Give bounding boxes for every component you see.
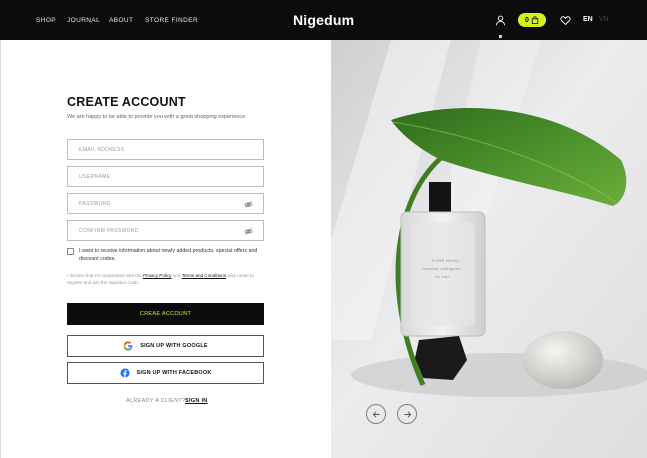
facebook-signup-label: SIGN UP WITH FACEBOOK bbox=[136, 370, 212, 376]
heart-icon[interactable] bbox=[560, 15, 571, 26]
facebook-icon bbox=[120, 368, 129, 378]
create-account-button[interactable]: CREAE ACCOUNT bbox=[67, 303, 264, 325]
google-signup-label: SIGN UP WITH GOOGLE bbox=[140, 343, 208, 349]
sign-in-link[interactable]: SIGN IN bbox=[185, 398, 208, 404]
create-account-label: CREAE ACCOUNT bbox=[139, 311, 192, 317]
facebook-signup-button[interactable]: SIGN UP WITH FACEBOOK bbox=[67, 362, 264, 384]
hero-image: PURE MUSC narciso rodriguez for her bbox=[331, 40, 647, 458]
arrow-left-icon bbox=[372, 410, 380, 418]
user-icon[interactable] bbox=[495, 15, 506, 26]
email-placeholder: EMAIL ADDRESS bbox=[79, 147, 125, 153]
page-title: CREATE ACCOUNT bbox=[67, 95, 186, 109]
cart-button[interactable]: 0 bbox=[518, 13, 546, 27]
privacy-policy-link[interactable]: Privacy Policy bbox=[143, 273, 172, 278]
email-field[interactable]: EMAIL ADDRESS bbox=[67, 139, 264, 160]
password-placeholder: PASSWORD bbox=[79, 201, 111, 207]
confirm-password-placeholder: CONFIRM PASSWORD bbox=[79, 228, 139, 234]
username-placeholder: USERNAME bbox=[79, 174, 111, 180]
nav-link-store-finder[interactable]: STORE FINDER bbox=[145, 17, 198, 24]
eye-off-icon[interactable] bbox=[244, 200, 253, 209]
username-field[interactable]: USERNAME bbox=[67, 166, 264, 187]
bottle-label-line3: for her bbox=[435, 274, 450, 279]
bottle-label-line2: narciso rodriguez bbox=[423, 266, 461, 271]
eye-off-icon[interactable] bbox=[244, 227, 253, 236]
newsletter-consent-text: I want to receive information about newl… bbox=[79, 248, 258, 262]
confirm-password-field[interactable]: CONFIRM PASSWORD bbox=[67, 220, 264, 241]
legal-and: and bbox=[171, 273, 182, 278]
top-navigation: SHOP JOURNAL ABOUT STORE FINDER Nigedum … bbox=[0, 0, 647, 40]
carousel-prev-button[interactable] bbox=[366, 404, 386, 424]
nav-link-about[interactable]: ABOUT bbox=[109, 17, 133, 24]
brand-logo[interactable]: Nigedum bbox=[293, 12, 354, 28]
page-subtitle: We are happy to be able to provide you w… bbox=[67, 114, 246, 120]
google-signup-button[interactable]: SIGN UP WITH GOOGLE bbox=[67, 335, 264, 357]
cart-count: 0 bbox=[525, 16, 529, 24]
password-field[interactable]: PASSWORD bbox=[67, 193, 264, 214]
bottle-label-line1: PURE MUSC bbox=[432, 258, 460, 263]
google-icon bbox=[123, 341, 133, 351]
legal-notice: I declare that I'm acquainted with the P… bbox=[67, 272, 267, 286]
language-vn[interactable]: VN bbox=[599, 16, 609, 23]
arrow-right-icon bbox=[403, 410, 411, 418]
nav-link-shop[interactable]: SHOP bbox=[36, 17, 56, 24]
already-client-text: ALREADY A CLIENT? bbox=[126, 398, 186, 404]
legal-prefix: I declare that I'm acquainted with the bbox=[67, 273, 143, 278]
language-en[interactable]: EN bbox=[583, 16, 593, 23]
carousel-next-button[interactable] bbox=[397, 404, 417, 424]
terms-link[interactable]: Terms and Conditions bbox=[182, 273, 226, 278]
cart-icon bbox=[531, 16, 539, 24]
active-indicator bbox=[499, 35, 502, 38]
perfume-photo bbox=[331, 40, 647, 458]
newsletter-checkbox[interactable] bbox=[67, 248, 74, 255]
nav-link-journal[interactable]: JOURNAL bbox=[67, 17, 100, 24]
